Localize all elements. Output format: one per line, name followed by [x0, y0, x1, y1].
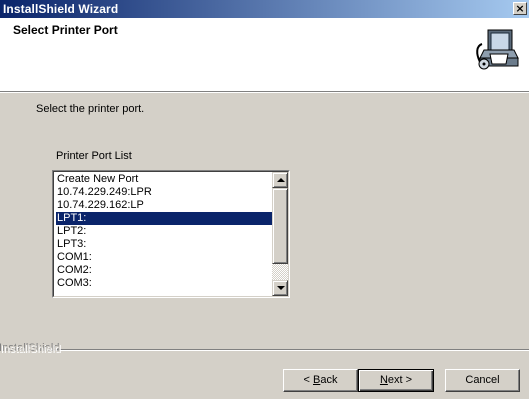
close-button[interactable]: × — [513, 2, 527, 15]
list-scrollbar[interactable] — [272, 172, 288, 296]
arrow-down-icon — [277, 286, 285, 290]
port-items: Create New Port 10.74.229.249:LPR 10.74.… — [56, 173, 272, 290]
list-item[interactable]: LPT2: — [56, 225, 272, 238]
list-item[interactable]: COM1: — [56, 251, 272, 264]
window-title: InstallShield Wizard — [3, 2, 119, 16]
installshield-wizard-window: InstallShield Wizard × Select Printer Po… — [0, 0, 529, 399]
list-item[interactable]: LPT3: — [56, 238, 272, 251]
instruction-text: Select the printer port. — [36, 103, 145, 115]
title-bar[interactable]: InstallShield Wizard × — [0, 0, 529, 18]
list-item[interactable]: 10.74.229.162:LP — [56, 199, 272, 212]
list-item[interactable]: COM3: — [56, 277, 272, 290]
list-item[interactable]: COM2: — [56, 264, 272, 277]
cancel-button[interactable]: Cancel — [445, 369, 520, 392]
close-icon: × — [515, 2, 525, 15]
printer-port-listbox[interactable]: Create New Port 10.74.229.249:LPR 10.74.… — [52, 170, 290, 298]
scroll-down-button[interactable] — [272, 280, 288, 296]
scroll-thumb[interactable] — [272, 188, 288, 264]
list-item[interactable]: 10.74.229.249:LPR — [56, 186, 272, 199]
printer-setup-icon — [476, 26, 519, 70]
list-item-selected[interactable]: LPT1: — [56, 212, 272, 225]
brand-divider — [50, 349, 529, 351]
arrow-up-icon — [277, 178, 285, 182]
scroll-up-button[interactable] — [272, 172, 288, 188]
wizard-header: Select Printer Port — [0, 18, 529, 92]
next-button[interactable]: Next > — [358, 369, 434, 392]
brand-row: InstallShield — [0, 343, 529, 357]
printer-port-list-label: Printer Port List — [56, 150, 132, 162]
header-separator — [0, 92, 529, 93]
installshield-brand: InstallShield — [0, 343, 61, 355]
page-title: Select Printer Port — [13, 23, 118, 37]
back-button[interactable]: < Back — [283, 369, 358, 392]
list-item[interactable]: Create New Port — [56, 173, 272, 186]
